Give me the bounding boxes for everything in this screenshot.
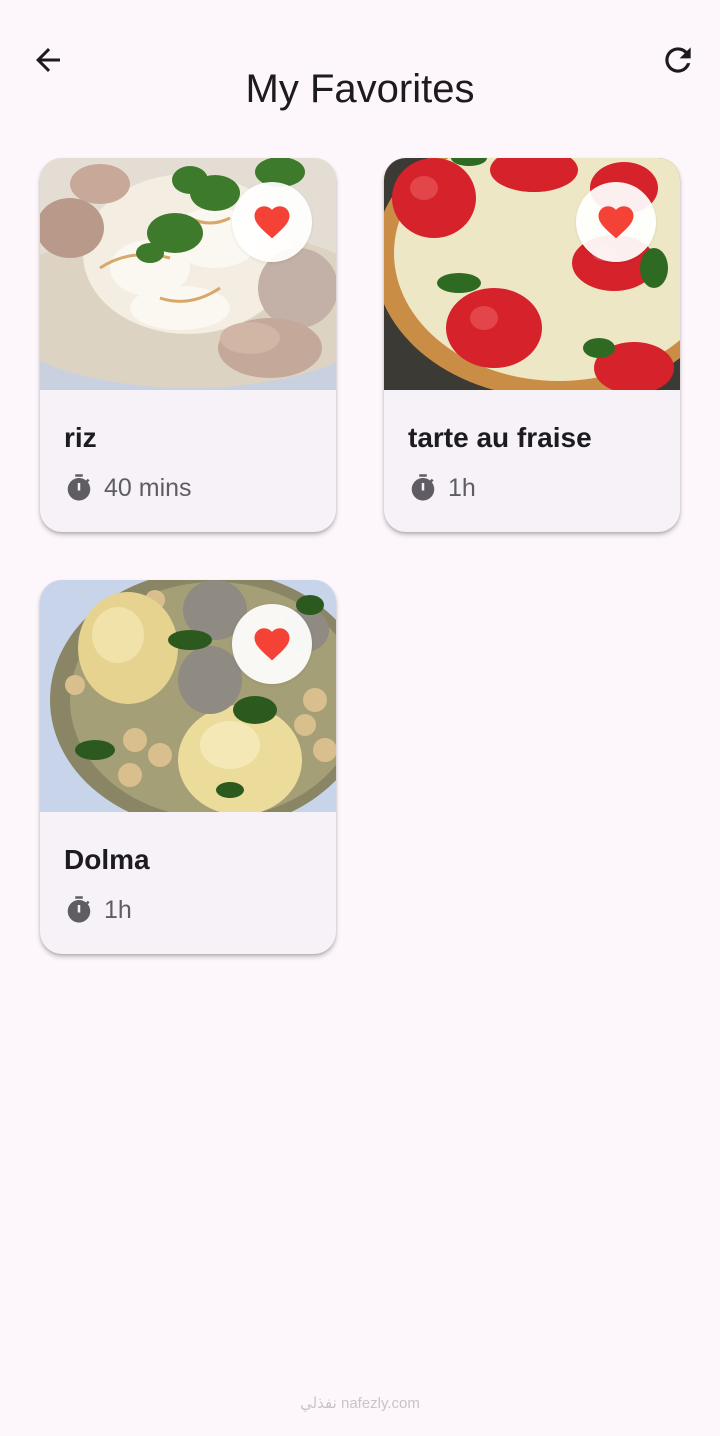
recipe-card[interactable]: tarte au fraise 1h [384,158,680,532]
recipe-time: 1h [408,472,656,504]
recipe-name: tarte au fraise [408,422,592,453]
app-bar: My Favorites [0,0,720,124]
recipe-image [40,580,336,812]
refresh-button[interactable] [654,38,702,86]
watermark: نفذلي nafezly.com [300,1395,420,1412]
time-label: 1h [104,896,132,924]
card-body: Dolma 1h [40,812,336,926]
timer-icon [408,473,438,503]
recipe-time: 40 mins [64,472,312,504]
heart-icon [251,201,293,243]
recipe-card[interactable]: Dolma 1h [40,580,336,954]
favorite-button[interactable] [232,182,312,262]
recipe-image [40,158,336,390]
recipe-grid: riz 40 mins tarte au fraise 1h Dolma 1h [40,158,680,954]
page-title: My Favorites [245,66,475,111]
refresh-icon [659,41,697,84]
timer-icon [64,895,94,925]
recipe-name: Dolma [64,844,150,875]
time-label: 40 mins [104,474,192,502]
card-body: tarte au fraise 1h [384,390,680,504]
recipe-image [384,158,680,390]
heart-icon [595,201,637,243]
timer-icon [64,473,94,503]
recipe-card[interactable]: riz 40 mins [40,158,336,532]
card-body: riz 40 mins [40,390,336,504]
time-label: 1h [448,474,476,502]
favorite-button[interactable] [232,604,312,684]
heart-icon [251,623,293,665]
recipe-name: riz [64,422,97,453]
favorite-button[interactable] [576,182,656,262]
recipe-time: 1h [64,894,312,926]
